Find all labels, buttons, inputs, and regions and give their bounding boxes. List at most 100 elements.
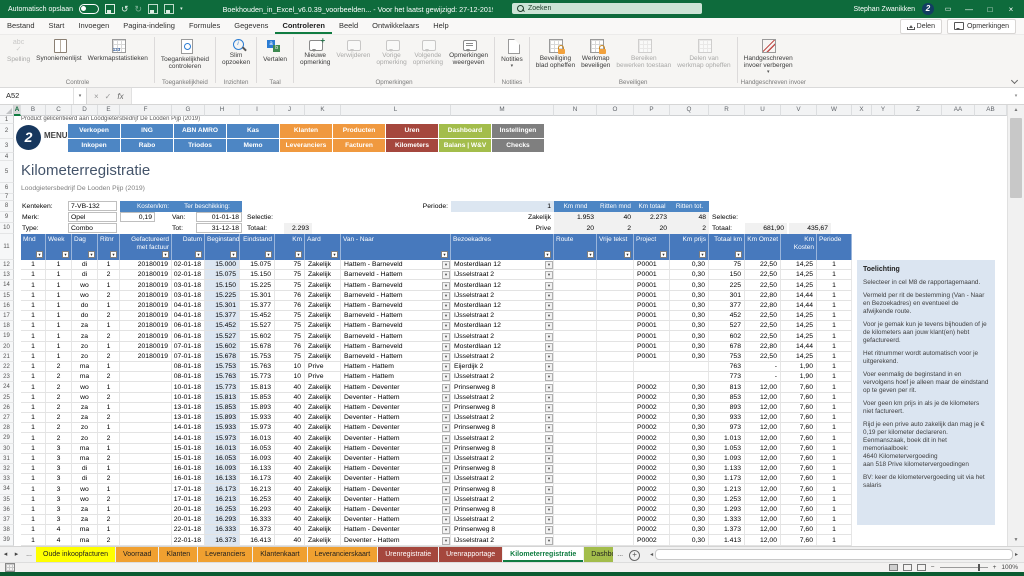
cell[interactable]: [554, 301, 597, 311]
cell[interactable]: 853: [709, 393, 745, 403]
cell[interactable]: Zakelijk: [305, 321, 341, 331]
dropdown-icon[interactable]: ▾: [545, 353, 553, 361]
dropdown-icon[interactable]: ▾: [442, 424, 450, 432]
cell[interactable]: 1: [46, 260, 72, 270]
cell[interactable]: 15.527: [240, 321, 275, 331]
cell[interactable]: [120, 454, 172, 464]
column-header-W[interactable]: W: [817, 105, 852, 116]
cell[interactable]: 12,00: [745, 464, 781, 474]
table-header-beginstand[interactable]: Beginstand▾: [205, 234, 240, 260]
cell[interactable]: 3: [46, 464, 72, 474]
cell[interactable]: IJsselstraat 2▾: [451, 413, 554, 423]
cell[interactable]: [597, 474, 634, 484]
cell[interactable]: [597, 464, 634, 474]
merk-value[interactable]: Opel: [68, 212, 117, 222]
cell[interactable]: ma: [72, 535, 98, 546]
dropdown-icon[interactable]: ▾: [545, 261, 553, 269]
cell[interactable]: 150: [709, 270, 745, 280]
cell[interactable]: Zakelijk: [305, 444, 341, 454]
cell[interactable]: [597, 331, 634, 342]
cell[interactable]: 7,60: [781, 464, 817, 474]
cell[interactable]: [554, 413, 597, 423]
dropdown-icon[interactable]: ▾: [442, 435, 450, 443]
cell[interactable]: 1: [817, 260, 852, 270]
sheet-tab-dashbo[interactable]: Dashbo: [584, 547, 613, 562]
cell[interactable]: 2: [46, 403, 72, 413]
formula-input[interactable]: [132, 88, 1008, 104]
cell[interactable]: 1: [817, 433, 852, 444]
cell[interactable]: 15.377: [205, 311, 240, 321]
cell[interactable]: P0002: [634, 525, 670, 535]
cell[interactable]: Zakelijk: [305, 495, 341, 505]
cell[interactable]: 7,60: [781, 535, 817, 546]
cell[interactable]: [554, 495, 597, 505]
sheet-tab-leverancierskaart[interactable]: Leverancierskaart: [308, 547, 378, 562]
nav-button-facturen[interactable]: Facturen: [333, 139, 385, 152]
cell[interactable]: 1: [21, 444, 46, 454]
row-header-16[interactable]: 16: [0, 301, 14, 311]
cell[interactable]: 20180019: [120, 301, 172, 311]
dropdown-icon[interactable]: ▾: [545, 394, 553, 402]
cell[interactable]: 16.253: [240, 495, 275, 505]
cell[interactable]: 15.678: [205, 352, 240, 362]
cell[interactable]: 0,30: [670, 515, 709, 525]
cell[interactable]: 13-01-18: [172, 403, 205, 413]
zoom-in-icon[interactable]: +: [993, 564, 997, 571]
cell[interactable]: 1: [817, 423, 852, 433]
cell[interactable]: 1: [21, 331, 46, 342]
nav-button-verkopen[interactable]: Verkopen: [68, 124, 120, 138]
dropdown-icon[interactable]: ▾: [545, 292, 553, 300]
cell[interactable]: 14,25: [781, 270, 817, 280]
cell[interactable]: [554, 433, 597, 444]
cell[interactable]: 15.933: [240, 413, 275, 423]
row-header-17[interactable]: 17: [0, 311, 14, 321]
cell[interactable]: 75: [275, 270, 305, 280]
row-header-24[interactable]: 24: [0, 382, 14, 393]
cell[interactable]: 20180019: [120, 291, 172, 301]
dropdown-icon[interactable]: ▾: [545, 496, 553, 504]
cell[interactable]: IJsselstraat 2▾: [451, 433, 554, 444]
cell[interactable]: [597, 372, 634, 382]
avatar[interactable]: 2: [922, 3, 934, 15]
cell[interactable]: 22-01-18: [172, 525, 205, 535]
cell[interactable]: P0001: [634, 342, 670, 352]
cell[interactable]: 2: [98, 413, 120, 423]
cell[interactable]: P0002: [634, 403, 670, 413]
cell[interactable]: 0,30: [670, 382, 709, 393]
table-header-eindstand[interactable]: Eindstand▾: [240, 234, 275, 260]
cell[interactable]: 1: [21, 433, 46, 444]
cell[interactable]: 14,25: [781, 331, 817, 342]
dropdown-icon[interactable]: ▾: [442, 353, 450, 361]
cell[interactable]: 16-01-18: [172, 474, 205, 484]
cell[interactable]: P0002: [634, 505, 670, 515]
cell[interactable]: 15.753: [240, 352, 275, 362]
cell[interactable]: [120, 495, 172, 505]
nav-button-ing[interactable]: ING: [121, 124, 173, 138]
dropdown-icon[interactable]: ▾: [545, 475, 553, 483]
cell[interactable]: 08-01-18: [172, 362, 205, 372]
cell[interactable]: 1: [98, 362, 120, 372]
cell[interactable]: 301: [709, 291, 745, 301]
cell[interactable]: 14-01-18: [172, 433, 205, 444]
cell[interactable]: 14,44: [781, 291, 817, 301]
row-header-5[interactable]: 5: [0, 161, 14, 183]
cell[interactable]: zo: [72, 352, 98, 362]
filter-icon[interactable]: ▾: [62, 251, 69, 258]
cell[interactable]: 15.075: [240, 260, 275, 270]
cell[interactable]: P0001: [634, 311, 670, 321]
cell[interactable]: 973: [709, 423, 745, 433]
filter-icon[interactable]: ▾: [162, 251, 169, 258]
row-header-39[interactable]: 39: [0, 535, 14, 546]
row-header-34[interactable]: 34: [0, 484, 14, 495]
cell[interactable]: Prinsenweg 8▾: [451, 525, 554, 535]
cell[interactable]: Zakelijk: [305, 474, 341, 484]
cell[interactable]: Zakelijk: [305, 393, 341, 403]
opmerkingen-weergeven-button[interactable]: Opmerkingen weergeven: [446, 36, 491, 67]
notities-button[interactable]: Notities▾: [498, 36, 526, 71]
tab-bestand[interactable]: Bestand: [0, 18, 42, 34]
cell[interactable]: [554, 270, 597, 280]
dropdown-icon[interactable]: ▾: [545, 516, 553, 524]
cell[interactable]: wo: [72, 484, 98, 495]
cell[interactable]: 813: [709, 382, 745, 393]
cell[interactable]: 14,25: [781, 321, 817, 331]
